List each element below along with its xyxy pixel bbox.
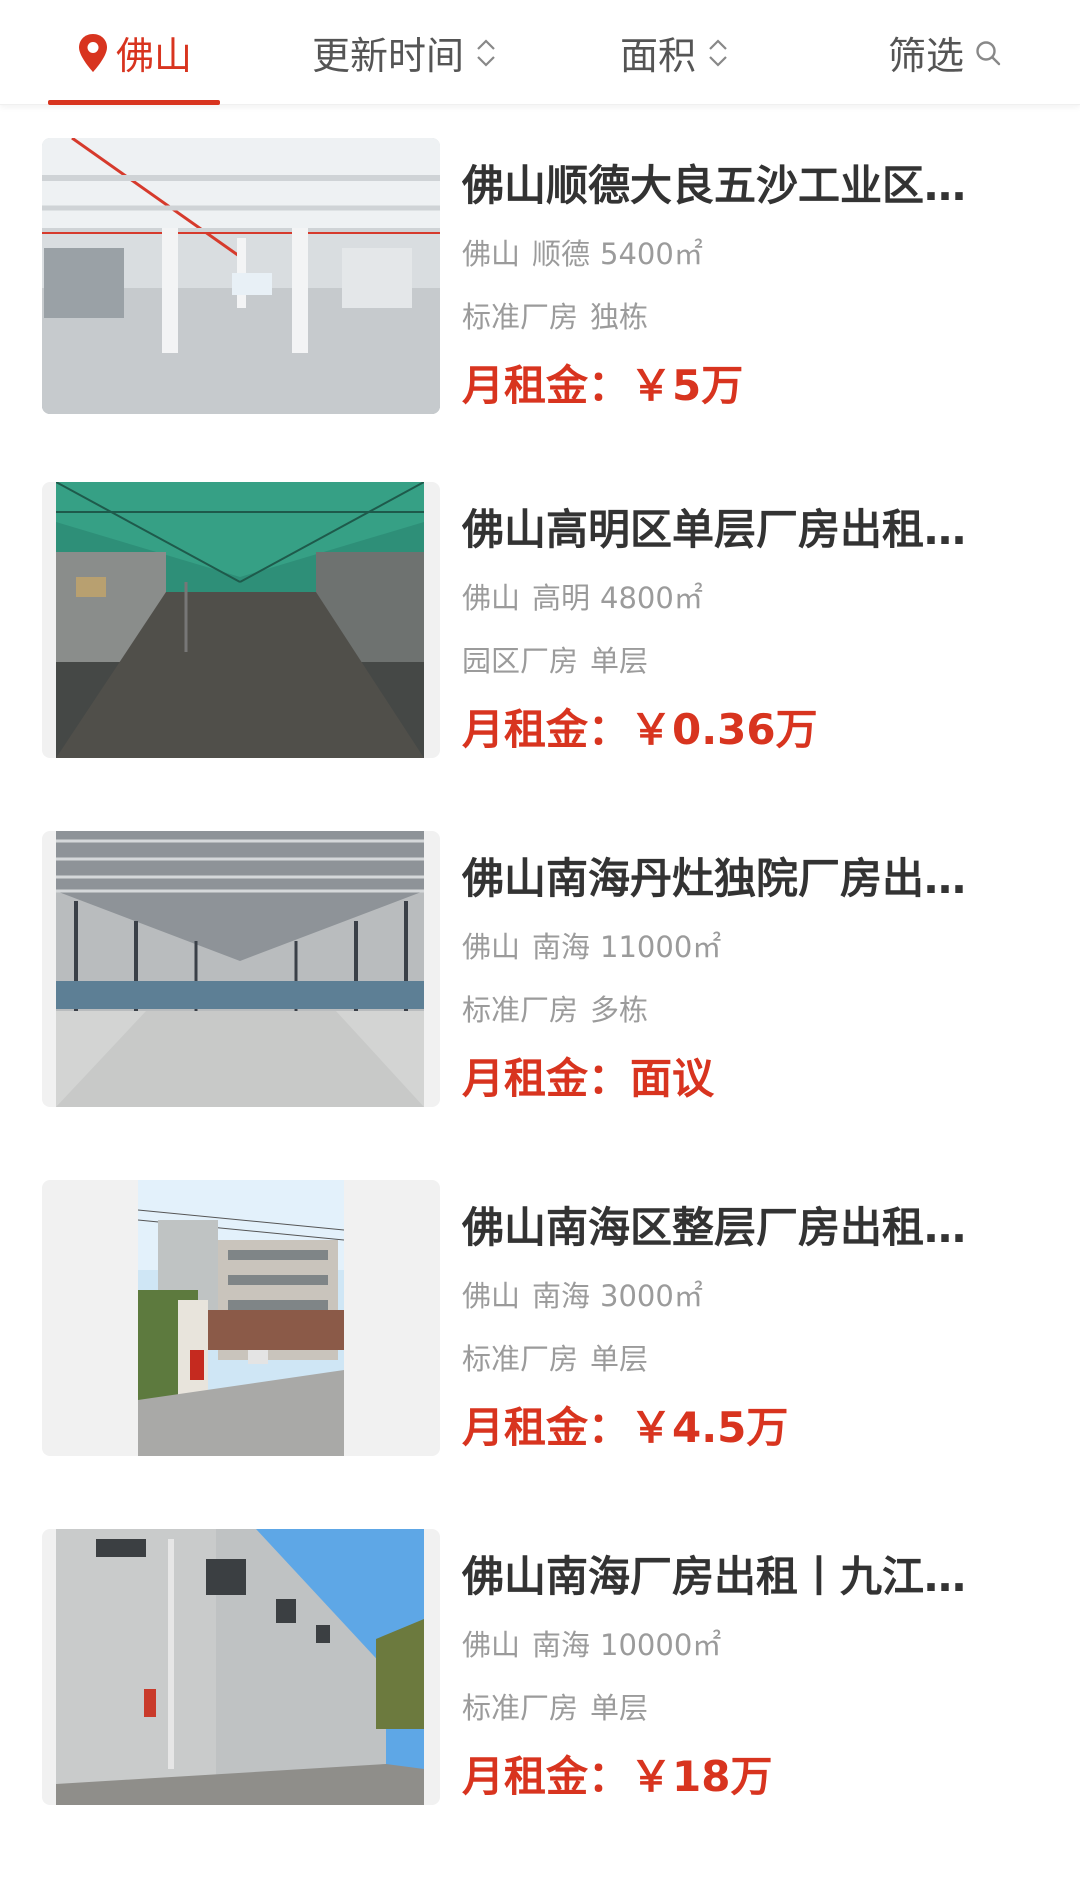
sort-by-area[interactable]: 面积: [600, 0, 750, 105]
listing-city: 佛山: [462, 1279, 521, 1313]
listing-district: 南海: [532, 1279, 591, 1313]
listing-property-type: 标准厂房: [462, 1691, 579, 1725]
filter-label: 筛选: [887, 34, 964, 78]
listing-city: 佛山: [462, 1628, 521, 1662]
filter-button[interactable]: 筛选: [870, 0, 1020, 105]
multi-storey-building-photo: [138, 1180, 344, 1456]
listing-title[interactable]: 佛山南海区整层厂房出租…: [462, 1200, 1007, 1256]
sort-area-label: 面积: [619, 34, 696, 78]
listing-title[interactable]: 佛山南海丹灶独院厂房出…: [462, 851, 1007, 907]
steel-truss-warehouse-photo: [56, 831, 424, 1107]
listing-type: 标准厂房 多栋: [462, 990, 1022, 1030]
listing-item[interactable]: 佛山高明区单层厂房出租… 佛山 高明 4800㎡ 园区厂房 单层 月租金：￥0.36万: [0, 482, 1080, 832]
sort-by-update-time[interactable]: 更新时间: [290, 0, 520, 105]
city-label: 佛山: [115, 34, 192, 78]
listing-title[interactable]: 佛山顺德大良五沙工业区…: [462, 158, 1007, 214]
listing-location: 佛山 高明 4800㎡: [462, 578, 1022, 618]
factory-interior-photo: [42, 138, 440, 414]
sort-updown-icon: [477, 38, 495, 67]
search-icon: [976, 40, 1001, 65]
listing-thumbnail[interactable]: [42, 482, 440, 758]
listing-district: 南海: [532, 1628, 591, 1662]
listing-city: 佛山: [462, 581, 521, 615]
location-pin-icon: [78, 33, 107, 72]
listing-area: 10000㎡: [600, 1628, 722, 1662]
listing-location: 佛山 南海 10000㎡: [462, 1625, 1022, 1665]
listing-thumbnail[interactable]: [42, 831, 440, 1107]
listing-thumbnail[interactable]: [42, 1529, 440, 1805]
listing-thumbnail[interactable]: [42, 1180, 440, 1456]
listing-location: 佛山 南海 11000㎡: [462, 927, 1022, 967]
listing-property-type: 标准厂房: [462, 993, 579, 1027]
listing-item[interactable]: 佛山顺德大良五沙工业区… 佛山 顺德 5400㎡ 标准厂房 独栋 月租金：￥5万: [0, 138, 1080, 488]
listing-building: 单层: [590, 1342, 649, 1376]
listing-type: 标准厂房 单层: [462, 1688, 1022, 1728]
listing-title[interactable]: 佛山南海厂房出租丨九江…: [462, 1549, 1007, 1605]
listing-property-type: 标准厂房: [462, 300, 579, 334]
listing-building: 单层: [590, 1691, 649, 1725]
active-tab-underline: [48, 100, 220, 105]
listing-item[interactable]: 佛山南海丹灶独院厂房出… 佛山 南海 11000㎡ 标准厂房 多栋 月租金：面议: [0, 831, 1080, 1181]
listing-property-type: 标准厂房: [462, 1342, 579, 1376]
listing-building: 单层: [590, 644, 649, 678]
listing-item[interactable]: 佛山南海厂房出租丨九江… 佛山 南海 10000㎡ 标准厂房 单层 月租金：￥18万: [0, 1529, 1080, 1879]
listing-property-type: 园区厂房: [462, 644, 579, 678]
listing-price: 月租金：￥0.36万: [462, 705, 818, 754]
listing-thumbnail[interactable]: [42, 138, 440, 414]
listing-price: 月租金：￥5万: [462, 361, 744, 410]
listing-building: 多栋: [590, 993, 649, 1027]
sort-updown-icon: [709, 38, 727, 67]
listing-district: 高明: [532, 581, 591, 615]
listing-city: 佛山: [462, 930, 521, 964]
listing-location: 佛山 南海 3000㎡: [462, 1276, 1022, 1316]
listing-price: 月租金：￥4.5万: [462, 1403, 789, 1452]
factory-exterior-wall-photo: [56, 1529, 424, 1805]
listing-price: 月租金：￥18万: [462, 1752, 773, 1801]
listing-building: 独栋: [590, 300, 649, 334]
sort-update-label: 更新时间: [311, 34, 464, 78]
listing-area: 3000㎡: [600, 1279, 703, 1313]
listing-location: 佛山 顺德 5400㎡: [462, 234, 1022, 274]
listing-title[interactable]: 佛山高明区单层厂房出租…: [462, 502, 1007, 558]
listing-district: 顺德: [532, 237, 591, 271]
listing-area: 5400㎡: [600, 237, 703, 271]
listing-district: 南海: [532, 930, 591, 964]
filter-bar: 佛山 更新时间 面积 筛选: [0, 0, 1080, 105]
listing-area: 11000㎡: [600, 930, 722, 964]
listing-type: 标准厂房 单层: [462, 1339, 1022, 1379]
listing-city: 佛山: [462, 237, 521, 271]
listing-type: 园区厂房 单层: [462, 641, 1022, 681]
city-selector[interactable]: 佛山: [48, 0, 220, 105]
listing-type: 标准厂房 独栋: [462, 297, 1022, 337]
listing-area: 4800㎡: [600, 581, 703, 615]
listing-item[interactable]: 佛山南海区整层厂房出租… 佛山 南海 3000㎡ 标准厂房 单层 月租金：￥4.5万: [0, 1180, 1080, 1530]
listing-price: 月租金：面议: [462, 1054, 715, 1103]
steel-shed-interior-photo: [56, 482, 424, 758]
